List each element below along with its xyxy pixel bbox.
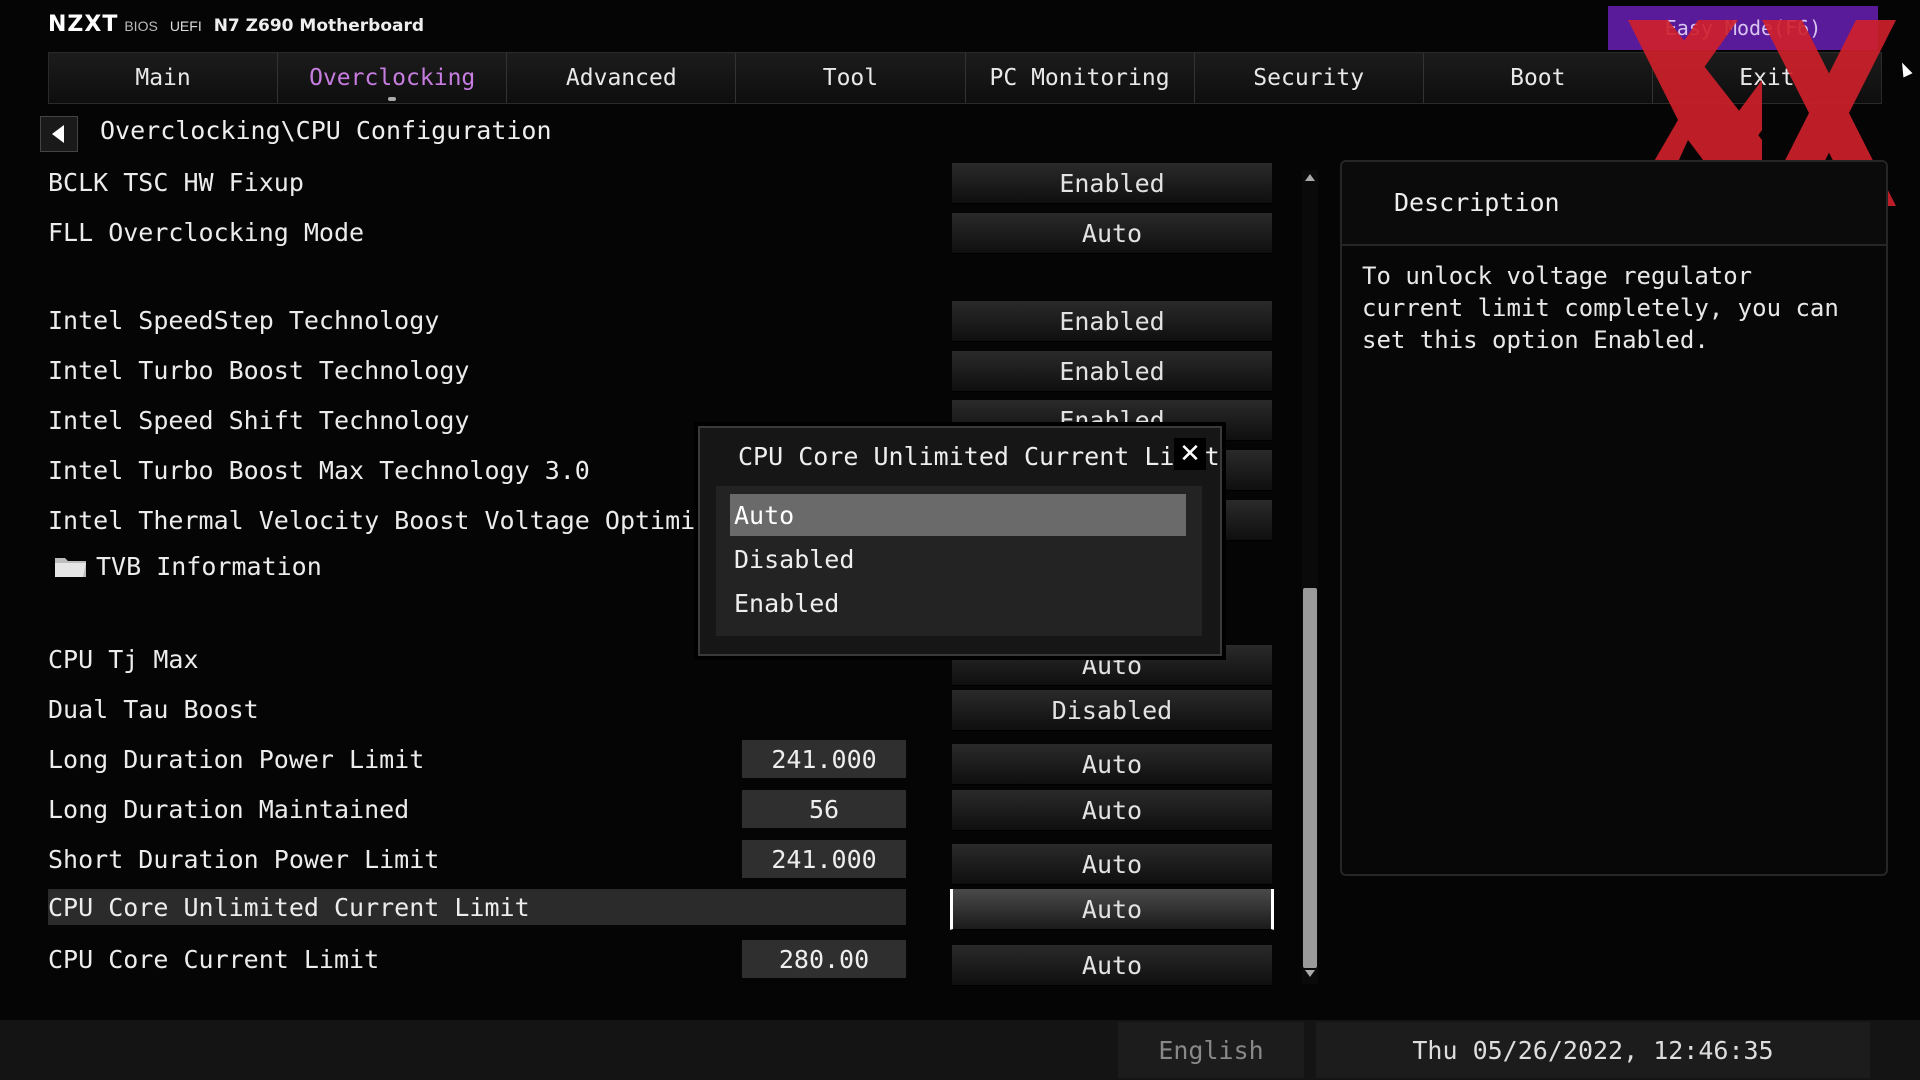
dialog-title: CPU Core Unlimited Current Limit (738, 442, 1220, 471)
setting-label: Intel Thermal Velocity Boost Voltage Opt… (48, 505, 801, 535)
tab-security[interactable]: Security (1194, 53, 1424, 103)
breadcrumb: Overclocking\CPU Configuration (100, 116, 552, 145)
board-model: N7 Z690 Motherboard (213, 16, 425, 36)
setting-dual-tau-boost[interactable]: Dual Tau Boost (48, 691, 908, 727)
date-time: Thu 05/26/2022, 12:46:35 (1316, 1022, 1870, 1078)
scrollbar-thumb[interactable] (1303, 588, 1317, 968)
submenu-label: TVB Information (96, 551, 322, 581)
setting-label: CPU Core Current Limit (48, 944, 380, 974)
setting-intel-speedstep[interactable]: Intel SpeedStep Technology (48, 302, 908, 338)
long-duration-maintained-input[interactable]: 56 (742, 790, 906, 828)
tab-overclocking[interactable]: Overclocking (278, 53, 508, 103)
setting-label: Long Duration Maintained (48, 794, 410, 824)
option-enabled[interactable]: Enabled (730, 582, 1186, 624)
setting-bclk-tsc-hw-fixup[interactable]: BCLK TSC HW Fixup (48, 164, 908, 200)
fll-overclocking-mode-value[interactable]: Auto (952, 213, 1272, 254)
brand-logo: NZXT (48, 12, 119, 37)
uefi-label: UEFI (169, 18, 202, 34)
tab-boot[interactable]: Boot (1423, 53, 1653, 103)
tab-pc-monitoring[interactable]: PC Monitoring (965, 53, 1195, 103)
scroll-up-icon[interactable] (1302, 170, 1318, 184)
setting-label: Short Duration Power Limit (48, 844, 440, 874)
short-duration-power-limit-value[interactable]: Auto (952, 844, 1272, 885)
setting-label: CPU Core Unlimited Current Limit (48, 892, 530, 922)
description-text: To unlock voltage regulator current limi… (1362, 262, 1839, 354)
setting-label: Intel Turbo Boost Technology (48, 355, 470, 385)
intel-speedstep-value[interactable]: Enabled (952, 301, 1272, 342)
setting-label: Dual Tau Boost (48, 694, 259, 724)
cpu-core-current-limit-value[interactable]: Auto (952, 945, 1272, 986)
setting-intel-turbo-boost[interactable]: Intel Turbo Boost Technology (48, 352, 908, 388)
tab-bar: Main Overclocking Advanced Tool PC Monit… (48, 52, 1882, 104)
setting-label: BCLK TSC HW Fixup (48, 167, 304, 197)
dual-tau-boost-value[interactable]: Disabled (952, 690, 1272, 731)
brand-header: NZXT BIOS UEFI N7 Z690 Motherboard (48, 12, 424, 42)
cpu-core-unlimited-current-limit-value[interactable]: Auto (950, 889, 1274, 930)
option-auto[interactable]: Auto (730, 494, 1186, 536)
tab-advanced[interactable]: Advanced (507, 53, 737, 103)
language-selector[interactable]: English (1118, 1022, 1304, 1078)
setting-label: Intel Speed Shift Technology (48, 405, 470, 435)
long-duration-power-limit-input[interactable]: 241.000 (742, 740, 906, 778)
setting-label: CPU Tj Max (48, 644, 199, 674)
bclk-tsc-hw-fixup-value[interactable]: Enabled (952, 163, 1272, 204)
description-header: Description (1342, 162, 1886, 246)
setting-cpu-core-unlimited-current-limit[interactable]: CPU Core Unlimited Current Limit (48, 889, 906, 925)
option-list: Auto Disabled Enabled (716, 486, 1202, 636)
cpu-core-current-limit-input[interactable]: 280.00 (742, 940, 906, 978)
option-select-dialog: CPU Core Unlimited Current Limit ✕ Auto … (698, 426, 1222, 656)
tab-tool[interactable]: Tool (736, 53, 966, 103)
option-disabled[interactable]: Disabled (730, 538, 1186, 580)
bios-label: BIOS (124, 18, 158, 34)
long-duration-power-limit-value[interactable]: Auto (952, 744, 1272, 785)
setting-fll-overclocking-mode[interactable]: FLL Overclocking Mode (48, 214, 908, 250)
setting-label: Intel SpeedStep Technology (48, 305, 440, 335)
close-icon[interactable]: ✕ (1174, 438, 1206, 470)
description-panel: Description To unlock voltage regulator … (1340, 160, 1888, 876)
description-title: Description (1394, 188, 1560, 217)
setting-label: FLL Overclocking Mode (48, 217, 365, 247)
back-arrow-icon (52, 125, 64, 143)
tab-main[interactable]: Main (49, 53, 279, 103)
scroll-down-icon[interactable] (1302, 966, 1318, 980)
short-duration-power-limit-input[interactable]: 241.000 (742, 840, 906, 878)
mouse-cursor-icon (1897, 60, 1913, 78)
back-button[interactable] (40, 116, 78, 152)
setting-label: Long Duration Power Limit (48, 744, 425, 774)
setting-label: Intel Turbo Boost Max Technology 3.0 (48, 455, 590, 485)
long-duration-maintained-value[interactable]: Auto (952, 790, 1272, 831)
folder-icon (55, 558, 86, 577)
intel-turbo-boost-value[interactable]: Enabled (952, 351, 1272, 392)
